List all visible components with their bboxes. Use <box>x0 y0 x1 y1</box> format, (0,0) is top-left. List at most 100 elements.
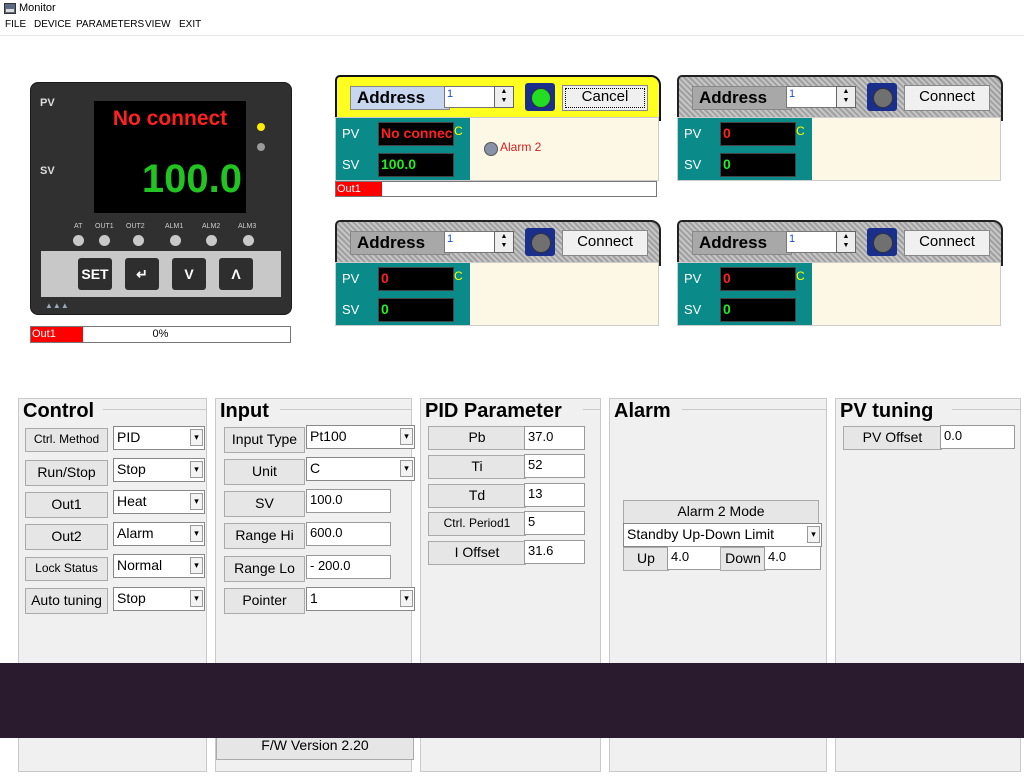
pv-unit: C <box>796 269 805 283</box>
led-label-alm2: ALM2 <box>202 223 221 230</box>
out1-select[interactable]: Heat <box>113 490 205 514</box>
address-spinner[interactable]: ▲ ▼ <box>836 231 856 253</box>
control-title: Control <box>23 399 97 423</box>
pointer-select[interactable]: 1 <box>306 587 415 611</box>
keypad: SET ↵ V Λ <box>41 251 281 297</box>
cancel-button[interactable]: Cancel <box>562 85 648 111</box>
sv-display: 100.0 <box>141 157 242 201</box>
connect-button[interactable]: Connect <box>562 230 648 256</box>
menu-view[interactable]: VIEW <box>145 19 171 30</box>
connect-button[interactable]: Connect <box>904 85 990 111</box>
address-spinner[interactable]: ▲ ▼ <box>494 231 514 253</box>
pv-display: 0 <box>378 267 454 291</box>
pv-unit: C <box>454 124 463 138</box>
ctrl-method-select[interactable]: PID <box>113 426 205 450</box>
up-input[interactable]: 4.0 <box>667 546 722 570</box>
status-lamp-icon <box>531 88 551 108</box>
led-label-out2: OUT2 <box>126 223 145 230</box>
i-offset-button[interactable]: I Offset <box>428 541 526 565</box>
alarm-2-mode-button[interactable]: Alarm 2 Mode <box>623 500 819 524</box>
lock-status-button[interactable]: Lock Status <box>25 557 108 581</box>
input-type-select[interactable]: Pt100 <box>306 425 415 449</box>
unit-select[interactable]: C <box>306 457 415 481</box>
output-percent: 0% <box>152 328 169 340</box>
lock-status-select[interactable]: Normal <box>113 554 205 578</box>
ctrl-method-button[interactable]: Ctrl. Method <box>25 428 108 452</box>
down-button[interactable]: Down <box>720 547 766 571</box>
sv-display: 0 <box>378 298 454 322</box>
td-button[interactable]: Td <box>428 484 526 508</box>
pb-input[interactable]: 37.0 <box>524 426 585 450</box>
ti-button[interactable]: Ti <box>428 455 526 479</box>
unit-button[interactable]: Unit <box>224 459 305 485</box>
menu-bar: FILE DEVICE PARAMETERS VIEW EXIT <box>0 19 1024 33</box>
led-label-at: AT <box>74 223 83 230</box>
status-lamp-icon <box>531 233 551 253</box>
td-input[interactable]: 13 <box>524 483 585 507</box>
down-input[interactable]: 4.0 <box>764 546 821 570</box>
sv-label: SV <box>40 165 55 177</box>
range-hi-button[interactable]: Range Hi <box>224 523 305 549</box>
sv-display: 0 <box>720 153 796 177</box>
menu-file[interactable]: FILE <box>5 19 26 30</box>
pv-display: No connect <box>112 107 228 130</box>
auto-tuning-button[interactable]: Auto tuning <box>25 588 108 614</box>
out2-select[interactable]: Alarm <box>113 522 205 546</box>
menu-parameters[interactable]: PARAMETERS <box>76 19 144 30</box>
led-alm1 <box>170 235 181 246</box>
pv-offset-button[interactable]: PV Offset <box>843 426 942 450</box>
range-lo-button[interactable]: Range Lo <box>224 556 305 582</box>
out1-button[interactable]: Out1 <box>25 492 108 518</box>
led-out1 <box>99 235 110 246</box>
sv-button[interactable]: SV <box>224 491 305 517</box>
address-spinner[interactable]: ▲ ▼ <box>836 86 856 108</box>
address-input[interactable]: 1 <box>444 86 500 108</box>
sv-input[interactable]: 100.0 <box>306 489 391 513</box>
address-label: Address <box>692 86 792 110</box>
pid-title: PID Parameter <box>425 399 564 423</box>
controller-panel: PV SV No connect 100.0 AT OUT1 OUT2 ALM1… <box>30 82 292 315</box>
out2-button[interactable]: Out2 <box>25 524 108 550</box>
pv-offset-input[interactable]: 0.0 <box>940 425 1015 449</box>
ti-input[interactable]: 52 <box>524 454 585 478</box>
pointer-button[interactable]: Pointer <box>224 588 305 614</box>
address-input[interactable]: 1 <box>786 231 842 253</box>
station-1-output-bar: Out1 <box>335 181 657 197</box>
range-lo-input[interactable]: - 200.0 <box>306 555 391 579</box>
menu-device[interactable]: DEVICE <box>34 19 71 30</box>
heat-indicator-icon <box>257 123 265 131</box>
pv-display: 0 <box>720 122 796 146</box>
run-stop-button[interactable]: Run/Stop <box>25 460 108 486</box>
connection-lamp <box>867 228 897 256</box>
input-type-button[interactable]: Input Type <box>224 427 305 453</box>
address-input[interactable]: 1 <box>786 86 842 108</box>
pv-label: PV <box>40 97 55 109</box>
pv-display: No connec <box>378 122 454 146</box>
connect-button[interactable]: Connect <box>904 230 990 256</box>
address-spinner[interactable]: ▲ ▼ <box>494 86 514 108</box>
up-button[interactable]: Up <box>623 547 669 571</box>
led-label-alm1: ALM1 <box>165 223 184 230</box>
pb-button[interactable]: Pb <box>428 426 526 450</box>
address-label: Address <box>692 231 792 255</box>
connection-lamp <box>867 83 897 111</box>
sv-display: 0 <box>720 298 796 322</box>
alarm-mode-select[interactable]: Standby Up-Down Limit <box>623 523 822 547</box>
up-key-icon: Λ <box>219 258 253 290</box>
controller-display: No connect 100.0 <box>94 101 246 213</box>
auto-tuning-select[interactable]: Stop <box>113 587 205 611</box>
down-key-icon: V <box>172 258 206 290</box>
sv-display: 100.0 <box>378 153 454 177</box>
menu-exit[interactable]: EXIT <box>179 19 201 30</box>
range-hi-input[interactable]: 600.0 <box>306 522 391 546</box>
status-lamp-icon <box>873 233 893 253</box>
title-bar: Monitor <box>0 0 1024 18</box>
led-out2 <box>133 235 144 246</box>
ctrl-period1-input[interactable]: 5 <box>524 511 585 535</box>
ctrl-period1-button[interactable]: Ctrl. Period1 <box>428 512 526 536</box>
run-stop-select[interactable]: Stop <box>113 458 205 482</box>
menu-divider <box>0 35 1024 36</box>
address-label: Address <box>350 86 450 110</box>
address-input[interactable]: 1 <box>444 231 500 253</box>
i-offset-input[interactable]: 31.6 <box>524 540 585 564</box>
